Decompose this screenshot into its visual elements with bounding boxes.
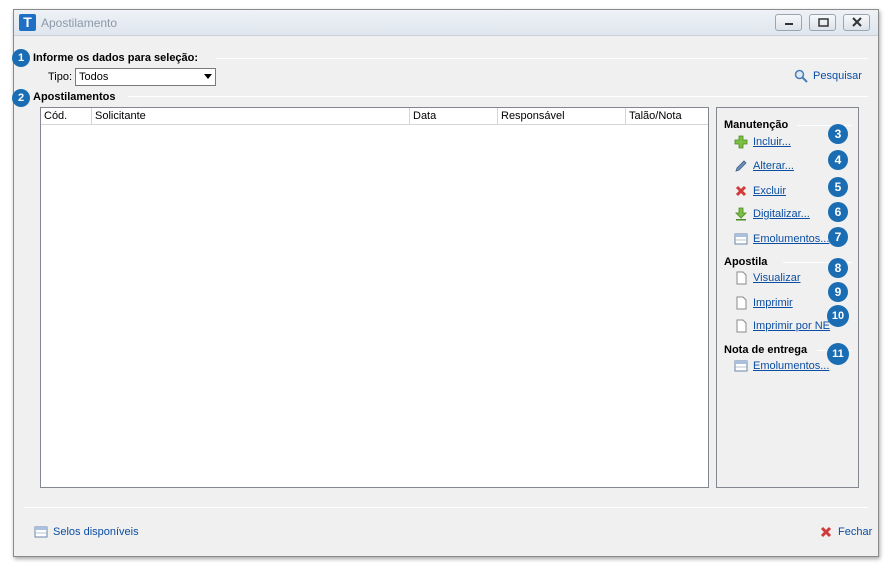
close-window-button[interactable] [843,14,870,31]
column-header-talao-nota[interactable]: Talão/Nota [626,108,708,125]
emolumentos-label[interactable]: Emolumentos... [753,233,829,245]
footer-divider [24,507,868,508]
callout-badge-1: 1 [12,49,30,67]
callout-badge-7: 7 [828,227,848,247]
close-x-icon [820,526,832,538]
pencil-icon [735,160,747,172]
manutencao-group-title: Manutenção [724,119,789,131]
callout-badge-2: 2 [12,89,30,107]
scan-download-icon [735,207,747,221]
plus-icon [734,135,748,149]
callout-badge-3: 3 [828,124,848,144]
callout-badge-9: 9 [828,282,848,302]
nota-entrega-group-title: Nota de entrega [724,344,808,356]
fechar-label[interactable]: Fechar [838,526,872,538]
table-icon [34,526,48,538]
document-icon [736,296,747,310]
filter-section-title: Informe os dados para seleção: [33,52,199,64]
tipo-select-value: Todos [79,71,109,83]
column-header-solicitante[interactable]: Solicitante [92,108,410,125]
nota-emolumentos-label[interactable]: Emolumentos... [753,360,829,372]
callout-badge-10: 10 [827,305,849,327]
column-header-data[interactable]: Data [410,108,498,125]
app-logo-icon: T [19,14,36,31]
tipo-select[interactable]: Todos [75,68,216,86]
filter-section-divider [216,58,868,59]
minimize-button[interactable] [775,14,802,31]
title-bar[interactable]: T Apostilamento [14,10,878,36]
list-section-divider [128,96,868,97]
document-icon [736,319,747,333]
callout-badge-5: 5 [828,177,848,197]
column-header-responsavel[interactable]: Responsável [498,108,626,125]
imprimir-label[interactable]: Imprimir [753,297,793,309]
callout-badge-11: 11 [827,343,849,365]
delete-x-icon [735,185,747,197]
search-label[interactable]: Pesquisar [813,70,862,82]
imprimir-por-ne-label[interactable]: Imprimir por NE [753,320,830,332]
digitalizar-label[interactable]: Digitalizar... [753,208,810,220]
callout-badge-8: 8 [828,258,848,278]
document-icon [736,271,747,285]
apostila-group-title: Apostila [724,256,768,268]
selos-disponiveis-label[interactable]: Selos disponíveis [53,526,139,538]
close-icon [852,17,862,27]
table-icon [734,233,748,245]
incluir-label[interactable]: Incluir... [753,136,791,148]
apostilamento-window: T Apostilamento 1 Informe os dados para … [12,9,879,557]
apostilamentos-grid[interactable]: Cód. Solicitante Data Responsável Talão/… [40,107,709,488]
table-icon [734,360,748,372]
tipo-label: Tipo: [48,71,73,83]
window-title: Apostilamento [41,16,118,30]
maximize-icon [818,18,829,27]
grid-header: Cód. Solicitante Data Responsável Talão/… [41,108,708,125]
column-header-cod[interactable]: Cód. [41,108,92,125]
callout-badge-4: 4 [828,150,848,170]
maximize-button[interactable] [809,14,836,31]
excluir-label[interactable]: Excluir [753,185,786,197]
list-section-title: Apostilamentos [33,91,116,103]
minimize-icon [785,23,793,25]
magnifier-icon [794,69,808,83]
chevron-down-icon[interactable] [204,74,212,79]
alterar-label[interactable]: Alterar... [753,160,794,172]
visualizar-label[interactable]: Visualizar [753,272,801,284]
callout-badge-6: 6 [828,202,848,222]
